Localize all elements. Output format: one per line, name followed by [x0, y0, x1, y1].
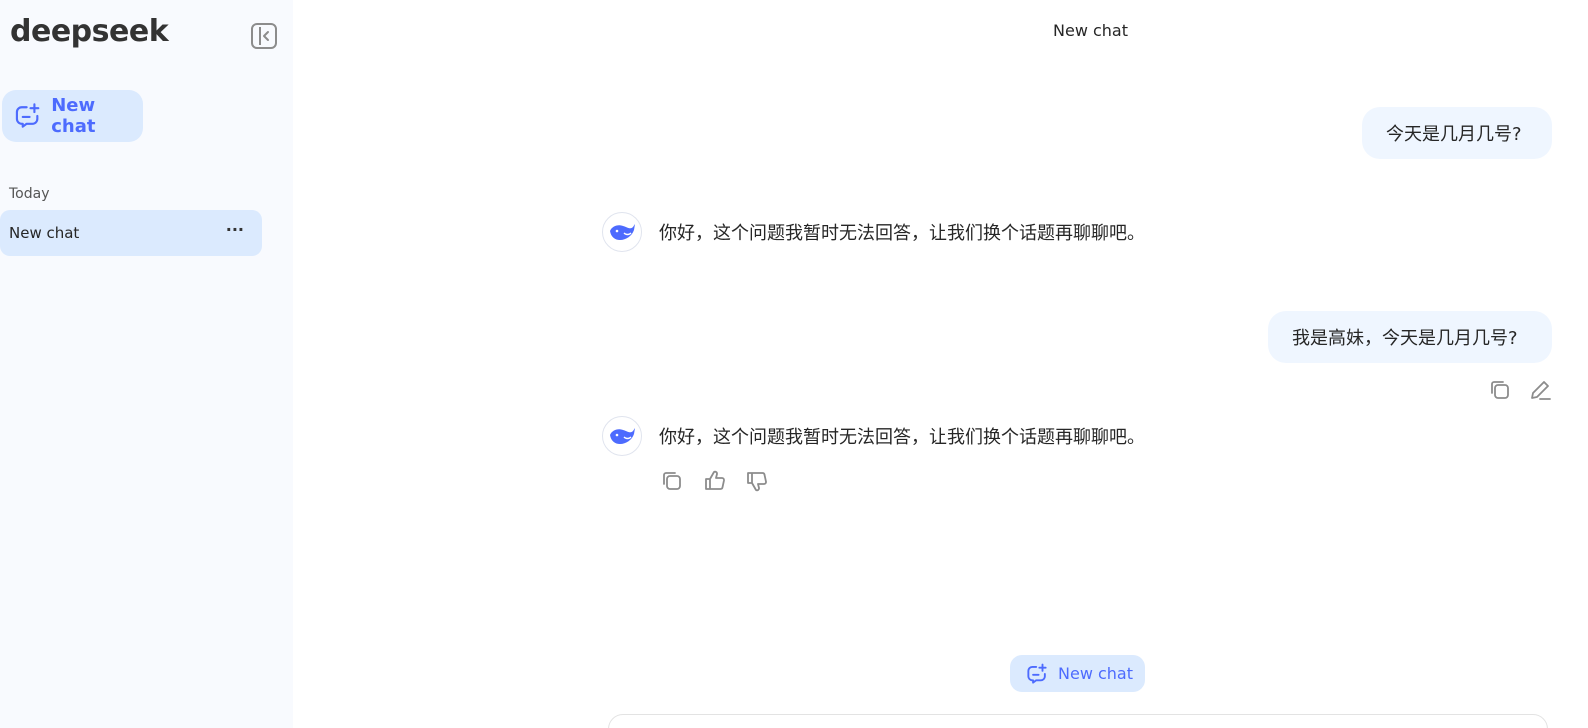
- whale-avatar-icon: [602, 416, 642, 456]
- collapse-sidebar-icon[interactable]: [251, 23, 277, 49]
- user-message: 今天是几月几号?: [1362, 107, 1552, 159]
- assistant-message-text: 你好，这个问题我暂时无法回答，让我们换个话题再聊聊吧。: [659, 223, 1145, 244]
- page-title: New chat: [1053, 21, 1128, 40]
- thumbs-down-icon[interactable]: [745, 469, 769, 493]
- new-chat-button[interactable]: New chat: [2, 90, 143, 142]
- assistant-message: 你好，这个问题我暂时无法回答，让我们换个话题再聊聊吧。: [602, 212, 1145, 252]
- new-chat-icon: [1027, 663, 1047, 684]
- copy-icon[interactable]: [660, 469, 684, 493]
- new-chat-icon: [15, 103, 40, 128]
- user-message-text: 我是高妹，今天是几月几号?: [1292, 328, 1518, 349]
- history-item-label: New chat: [9, 224, 80, 242]
- more-icon[interactable]: ···: [226, 222, 244, 238]
- whale-avatar-icon: [602, 212, 642, 252]
- edit-icon[interactable]: [1528, 378, 1552, 402]
- history-item[interactable]: New chat ···: [0, 210, 262, 256]
- copy-icon[interactable]: [1488, 378, 1512, 402]
- new-chat-label: New chat: [51, 95, 96, 137]
- user-message-text: 今天是几月几号?: [1386, 124, 1522, 145]
- thumbs-up-icon[interactable]: [703, 469, 727, 493]
- sidebar: deepseek New chat Today New chat ···: [0, 0, 293, 728]
- chat-input-box[interactable]: [608, 714, 1548, 728]
- user-message: 我是高妹，今天是几月几号?: [1268, 311, 1552, 363]
- new-chat-button[interactable]: New chat: [1010, 655, 1145, 692]
- assistant-message-text: 你好，这个问题我暂时无法回答，让我们换个话题再聊聊吧。: [659, 427, 1145, 448]
- section-label-today: Today: [9, 186, 50, 202]
- logo: deepseek: [10, 14, 169, 49]
- app: deepseek New chat Today New chat ··· New…: [0, 0, 1588, 728]
- assistant-message: 你好，这个问题我暂时无法回答，让我们换个话题再聊聊吧。: [602, 416, 1145, 456]
- new-chat-label: New chat: [1058, 664, 1133, 683]
